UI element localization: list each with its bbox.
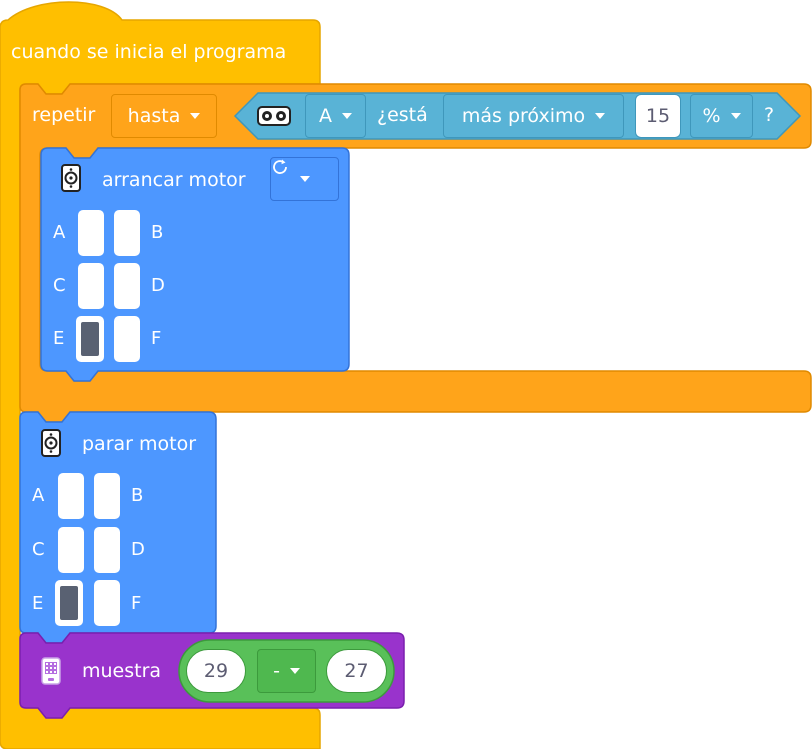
operand-right-input[interactable]: 27 [326, 649, 387, 693]
stop-port-F-toggle[interactable] [94, 580, 120, 626]
stop-port-C-toggle[interactable] [58, 527, 84, 573]
sensor-port-value: A [319, 105, 332, 127]
unit-value: % [702, 105, 721, 127]
operator-dropdown[interactable]: - [257, 649, 316, 693]
distance-sensor-icon [257, 106, 291, 126]
repeat-label: repetir [32, 104, 96, 126]
stop-port-D-toggle[interactable] [94, 527, 120, 573]
chevron-down-icon [289, 668, 300, 674]
motor-direction-dropdown[interactable] [270, 157, 339, 201]
comparison-dropdown[interactable]: más próximo [443, 94, 624, 138]
repeat-mode-dropdown[interactable]: hasta [111, 94, 217, 138]
motor-icon [61, 164, 81, 192]
start-port-E-toggle[interactable] [76, 316, 104, 362]
chevron-down-icon [342, 113, 352, 119]
question-mark-label: ? [764, 104, 775, 126]
block-script: cuando se inicia el programa repetir has… [0, 0, 812, 749]
stop-port-A-toggle[interactable] [58, 473, 84, 519]
hat-label: cuando se inicia el programa [11, 41, 287, 63]
stop-port-B-label: B [131, 485, 144, 506]
light-matrix-icon [41, 657, 61, 685]
start-port-B-label: B [151, 222, 164, 243]
start-port-B-toggle[interactable] [114, 210, 140, 256]
start-port-C-label: C [53, 275, 66, 296]
distance-value-input[interactable]: 15 [635, 94, 681, 138]
start-port-F-toggle[interactable] [114, 316, 140, 362]
start-motor-label: arrancar motor [102, 169, 246, 191]
operator-value: - [273, 660, 280, 682]
repeat-mode-value: hasta [127, 105, 181, 127]
stop-port-E-toggle[interactable] [55, 580, 83, 626]
clockwise-arrow-icon [273, 159, 287, 174]
stop-port-A-label: A [32, 485, 45, 506]
operand-left-input[interactable]: 29 [186, 649, 246, 693]
stop-port-F-label: F [131, 593, 142, 614]
start-port-D-toggle[interactable] [114, 263, 140, 309]
comparison-value: más próximo [461, 105, 586, 127]
start-port-A-label: A [53, 222, 66, 243]
start-port-A-toggle[interactable] [78, 210, 104, 256]
stop-port-E-label: E [32, 593, 44, 614]
chevron-down-icon [730, 113, 741, 119]
stop-motor-label: parar motor [82, 433, 197, 455]
start-port-C-toggle[interactable] [78, 263, 104, 309]
display-label: muestra [82, 660, 162, 682]
unit-dropdown[interactable]: % [690, 94, 753, 138]
chevron-down-icon [595, 113, 606, 119]
sensor-port-dropdown[interactable]: A [305, 94, 366, 138]
start-port-D-label: D [151, 275, 165, 296]
sensor-verb-label: ¿está [377, 104, 428, 126]
stop-port-B-toggle[interactable] [94, 473, 120, 519]
chevron-down-icon [299, 176, 310, 182]
chevron-down-icon [190, 113, 201, 119]
start-port-E-label: E [53, 328, 65, 349]
start-port-F-label: F [151, 328, 162, 349]
stop-port-D-label: D [131, 539, 145, 560]
motor-icon [41, 429, 61, 457]
stop-port-C-label: C [32, 539, 45, 560]
